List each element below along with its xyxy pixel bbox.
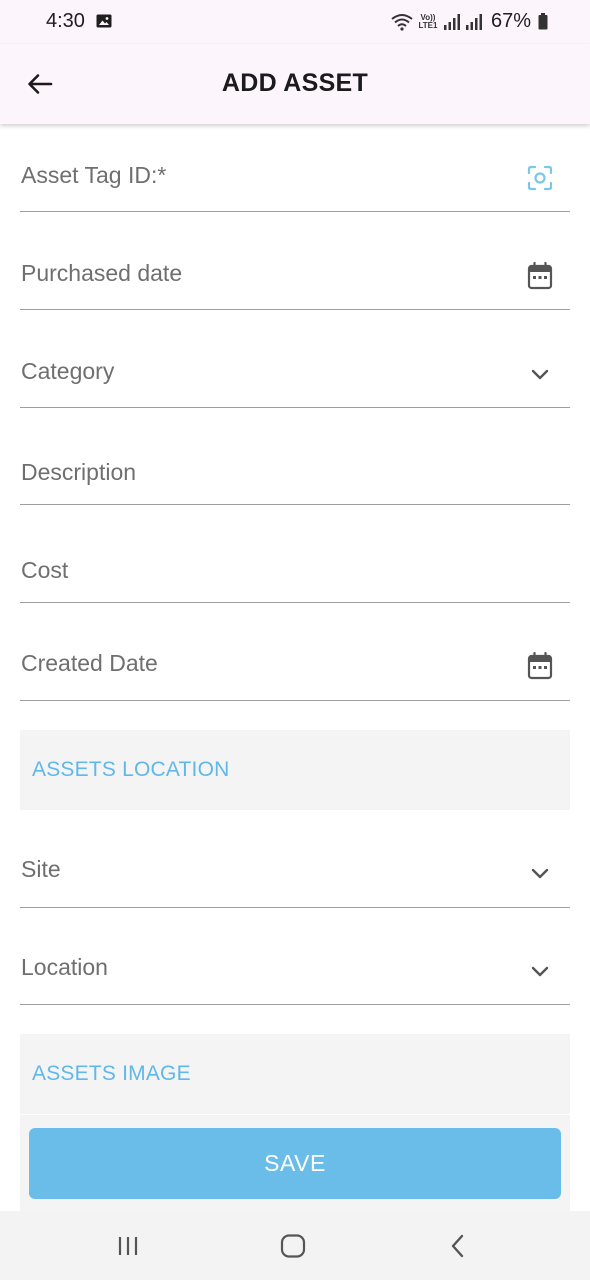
assets-image-section: ASSETS IMAGE bbox=[20, 1034, 570, 1114]
save-button[interactable]: SAVE bbox=[29, 1128, 561, 1199]
assets-location-title: ASSETS LOCATION bbox=[32, 758, 230, 781]
status-right-group: Vo)) LTE1 67% bbox=[391, 10, 548, 33]
assets-location-section: ASSETS LOCATION bbox=[20, 730, 570, 810]
cost-label: Cost bbox=[21, 557, 69, 583]
description-field[interactable]: Description bbox=[20, 407, 570, 505]
description-label: Description bbox=[21, 459, 137, 485]
calendar-icon[interactable] bbox=[526, 262, 554, 290]
site-label: Site bbox=[21, 856, 61, 882]
site-field[interactable]: Site bbox=[20, 810, 570, 908]
calendar-icon[interactable] bbox=[526, 652, 554, 680]
purchased-date-label: Purchased date bbox=[21, 260, 183, 286]
signal-icon-2 bbox=[465, 13, 482, 30]
recent-apps-icon[interactable] bbox=[108, 1231, 148, 1261]
volte-indicator: Vo)) LTE1 bbox=[418, 12, 438, 30]
asset-tag-id-field[interactable]: Asset Tag ID:* bbox=[20, 114, 570, 212]
status-bar: 4:30 Vo)) LTE1 67% bbox=[0, 0, 590, 44]
battery-icon bbox=[538, 13, 548, 30]
chevron-down-icon[interactable] bbox=[526, 859, 554, 887]
purchased-date-field[interactable]: Purchased date bbox=[20, 212, 570, 310]
battery-percent: 67% bbox=[490, 10, 531, 32]
app-bar: ADD ASSET bbox=[0, 44, 590, 124]
cost-field[interactable]: Cost bbox=[20, 505, 570, 603]
signal-icon bbox=[443, 13, 460, 30]
home-icon[interactable] bbox=[273, 1231, 313, 1261]
back-chevron-icon[interactable] bbox=[438, 1231, 478, 1261]
status-time: 4:30 bbox=[46, 10, 85, 32]
scan-icon[interactable] bbox=[526, 164, 554, 192]
wifi-icon bbox=[391, 13, 413, 31]
system-nav-bar bbox=[0, 1211, 590, 1280]
location-field[interactable]: Location bbox=[20, 907, 570, 1005]
page-title: ADD ASSET bbox=[221, 69, 369, 97]
location-label: Location bbox=[21, 954, 108, 980]
created-date-field[interactable]: Created Date bbox=[20, 603, 570, 701]
asset-tag-id-label: Asset Tag ID:* bbox=[21, 162, 167, 188]
created-date-label: Created Date bbox=[21, 650, 158, 676]
chevron-down-icon[interactable] bbox=[526, 957, 554, 985]
chevron-down-icon[interactable] bbox=[526, 360, 554, 388]
assets-image-title: ASSETS IMAGE bbox=[32, 1062, 191, 1085]
category-label: Category bbox=[21, 358, 115, 384]
gallery-notification-icon bbox=[96, 14, 112, 28]
category-field[interactable]: Category bbox=[20, 310, 570, 408]
